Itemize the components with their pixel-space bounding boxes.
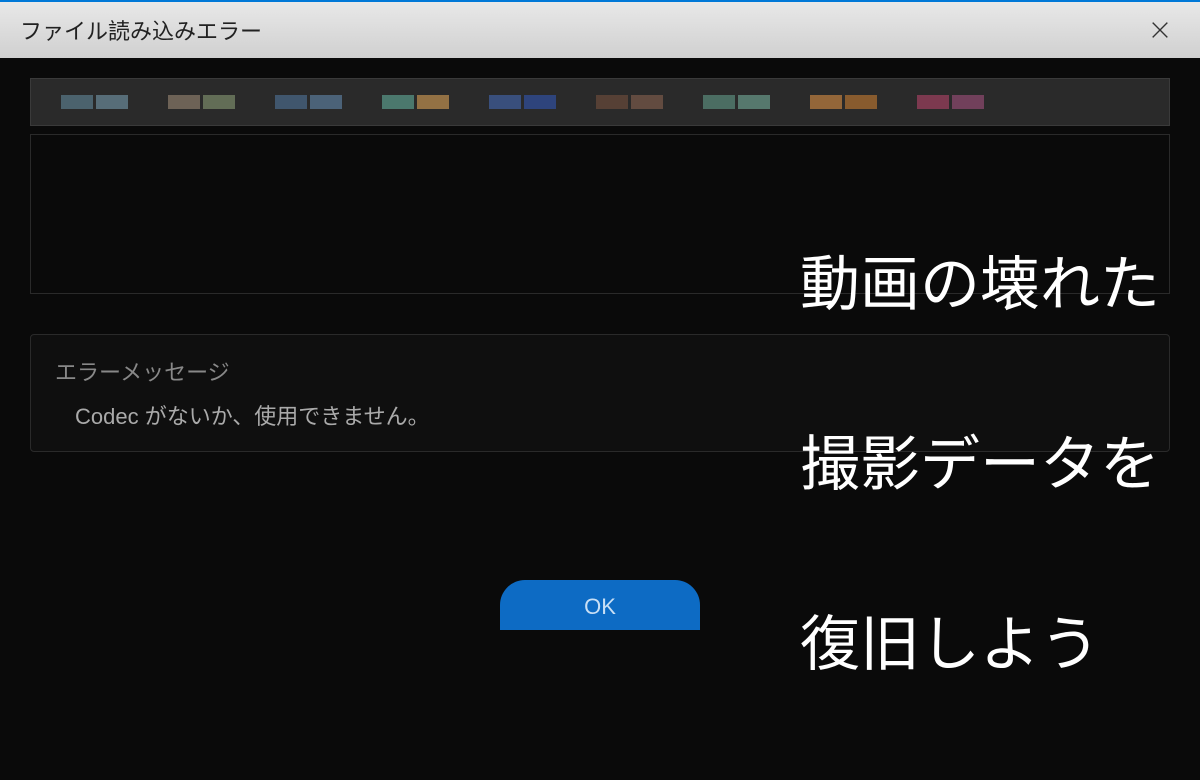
thumbnail-strip bbox=[30, 78, 1170, 126]
thumbnail-block bbox=[489, 95, 521, 109]
close-icon bbox=[1149, 19, 1171, 41]
ok-button[interactable]: OK bbox=[500, 580, 700, 630]
thumbnail-block bbox=[275, 95, 307, 109]
thumbnail-block bbox=[61, 95, 93, 109]
thumbnail bbox=[917, 95, 984, 109]
thumbnail-block bbox=[596, 95, 628, 109]
overlay-line-2: 撮影データを bbox=[800, 420, 1160, 510]
thumbnail-block bbox=[703, 95, 735, 109]
thumbnail bbox=[168, 95, 235, 109]
thumbnail-block bbox=[203, 95, 235, 109]
thumbnail bbox=[489, 95, 556, 109]
title-bar: ファイル読み込みエラー bbox=[0, 0, 1200, 58]
thumbnail-block bbox=[917, 95, 949, 109]
thumbnail-block bbox=[631, 95, 663, 109]
ok-button-label: OK bbox=[584, 594, 616, 620]
overlay-line-1: 動画の壊れた bbox=[800, 240, 1160, 330]
thumbnail-block bbox=[168, 95, 200, 109]
thumbnail-block bbox=[96, 95, 128, 109]
thumbnail-block bbox=[524, 95, 556, 109]
thumbnail bbox=[275, 95, 342, 109]
thumbnail bbox=[382, 95, 449, 109]
thumbnail-block bbox=[845, 95, 877, 109]
thumbnail-block bbox=[417, 95, 449, 109]
thumbnail bbox=[596, 95, 663, 109]
close-button[interactable] bbox=[1140, 10, 1180, 50]
thumbnail-block bbox=[382, 95, 414, 109]
thumbnail-block bbox=[738, 95, 770, 109]
dialog-title: ファイル読み込みエラー bbox=[20, 14, 262, 46]
thumbnail-block bbox=[810, 95, 842, 109]
thumbnail-block bbox=[310, 95, 342, 109]
thumbnail bbox=[61, 95, 128, 109]
thumbnail bbox=[810, 95, 877, 109]
thumbnail-block bbox=[952, 95, 984, 109]
overlay-text: 動画の壊れた 撮影データを 復旧しよう bbox=[800, 150, 1160, 780]
thumbnail bbox=[703, 95, 770, 109]
overlay-line-3: 復旧しよう bbox=[800, 600, 1160, 690]
